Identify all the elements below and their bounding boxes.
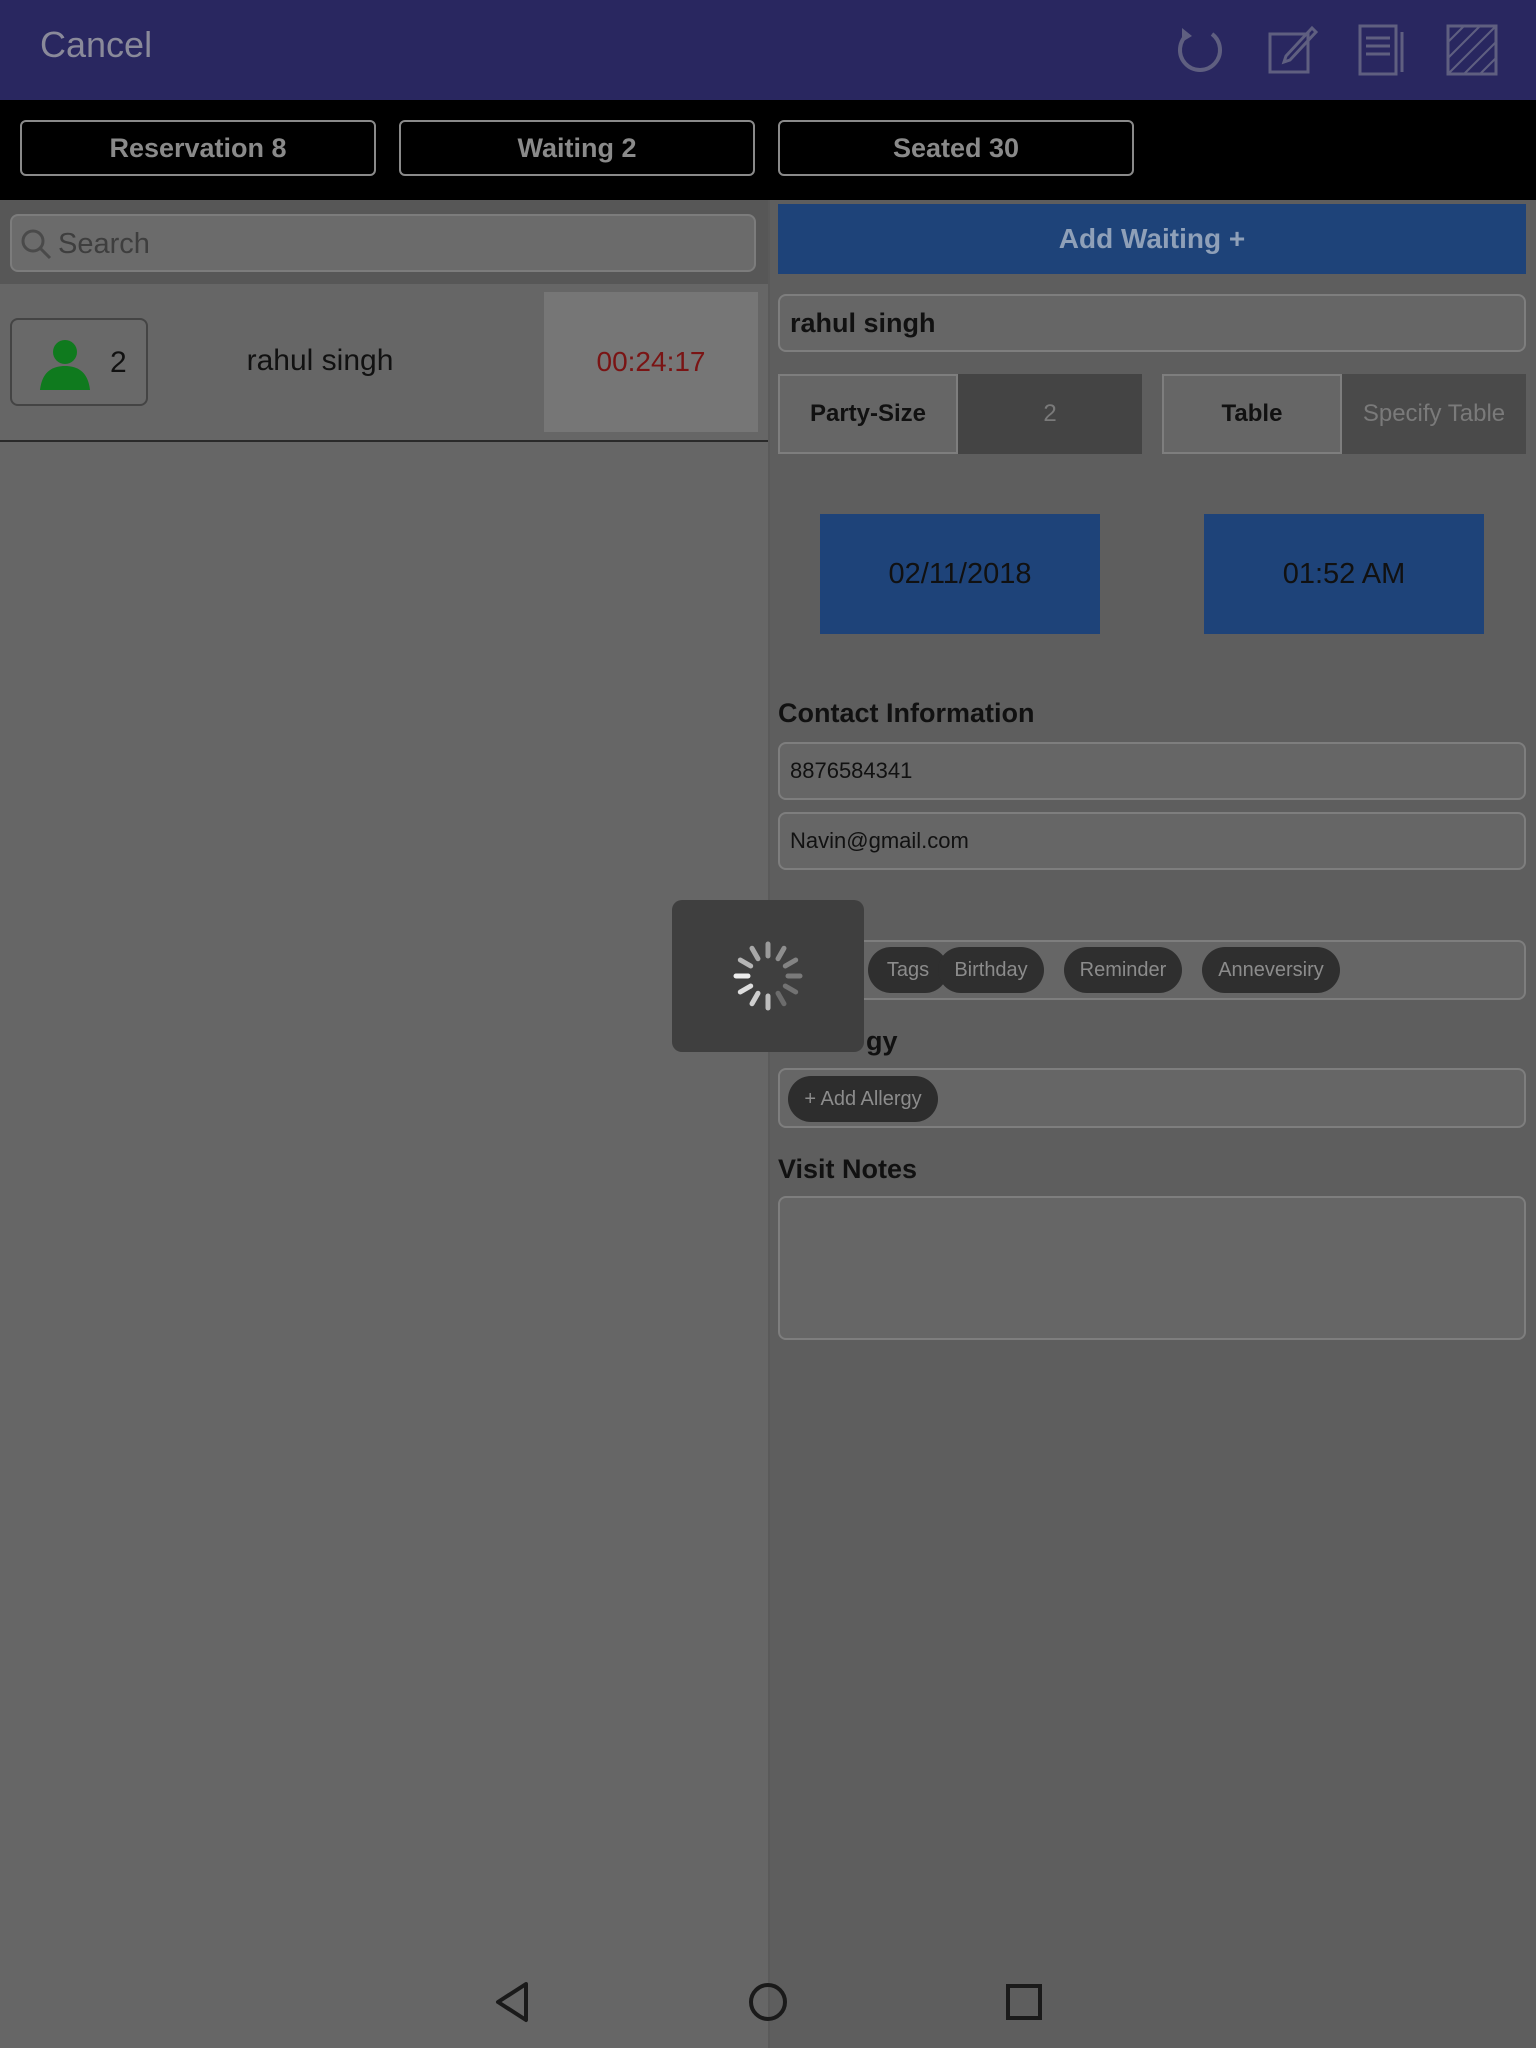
- email-field[interactable]: Navin@gmail.com: [778, 812, 1526, 870]
- tab-seated[interactable]: Seated 30: [778, 120, 1134, 176]
- guest-name: rahul singh: [246, 344, 394, 377]
- edit-icon[interactable]: [1264, 22, 1320, 78]
- top-app-bar: Cancel: [0, 0, 1536, 100]
- refresh-icon[interactable]: [1172, 22, 1228, 78]
- party-size-badge: 2: [10, 318, 148, 406]
- contact-heading: Contact Information: [778, 698, 1035, 728]
- search-bar: Search: [0, 200, 768, 284]
- home-icon[interactable]: [746, 1980, 790, 2024]
- table-label: Table: [1162, 374, 1342, 454]
- system-nav-bar: [0, 1950, 1536, 2048]
- add-allergy-button[interactable]: + Add Allergy: [788, 1076, 938, 1122]
- list-item[interactable]: 2 rahul singh 00:24:17: [0, 292, 768, 442]
- loading-indicator: [672, 900, 864, 1052]
- guest-name-field[interactable]: rahul singh: [778, 294, 1526, 352]
- phone-field[interactable]: 8876584341: [778, 742, 1526, 800]
- add-waiting-button[interactable]: Add Waiting +: [778, 204, 1526, 274]
- date-picker-button[interactable]: 02/11/2018: [820, 514, 1100, 634]
- tag-chip-anniversary[interactable]: Anneversiry: [1202, 947, 1340, 993]
- table-input[interactable]: Specify Table: [1342, 374, 1526, 454]
- tab-waiting[interactable]: Waiting 2: [399, 120, 755, 176]
- person-icon: [40, 340, 90, 390]
- spinner-icon: [733, 941, 803, 1011]
- notes-icon[interactable]: [1354, 22, 1410, 78]
- waitlist-panel: Search 2 rahul singh 00:24:17: [0, 200, 768, 2048]
- tag-chip-tags[interactable]: Tags: [868, 947, 948, 993]
- hatch-layout-icon[interactable]: [1444, 22, 1500, 78]
- search-icon: [21, 229, 52, 260]
- guest-form: Add Waiting + rahul singh Party-Size 2 T…: [770, 200, 1536, 2048]
- tag-chip-birthday[interactable]: Birthday: [938, 947, 1044, 993]
- wait-timer: 00:24:17: [544, 292, 758, 432]
- search-placeholder: Search: [58, 228, 150, 260]
- status-tab-bar: Reservation 8 Waiting 2 Seated 30: [0, 100, 1536, 200]
- visit-notes-field[interactable]: [778, 1196, 1526, 1340]
- search-input[interactable]: Search: [10, 214, 756, 272]
- party-size-value[interactable]: 2: [958, 374, 1142, 454]
- party-size-count: 2: [110, 346, 127, 379]
- time-picker-button[interactable]: 01:52 AM: [1204, 514, 1484, 634]
- cancel-button[interactable]: Cancel: [40, 24, 152, 66]
- allergy-heading: gy: [866, 1026, 898, 1056]
- visit-notes-heading: Visit Notes: [778, 1154, 918, 1184]
- tab-reservation[interactable]: Reservation 8: [20, 120, 376, 176]
- recents-icon[interactable]: [1002, 1980, 1046, 2024]
- party-size-label: Party-Size: [778, 374, 958, 454]
- tag-chip-reminder[interactable]: Reminder: [1064, 947, 1182, 993]
- back-icon[interactable]: [492, 1980, 536, 2024]
